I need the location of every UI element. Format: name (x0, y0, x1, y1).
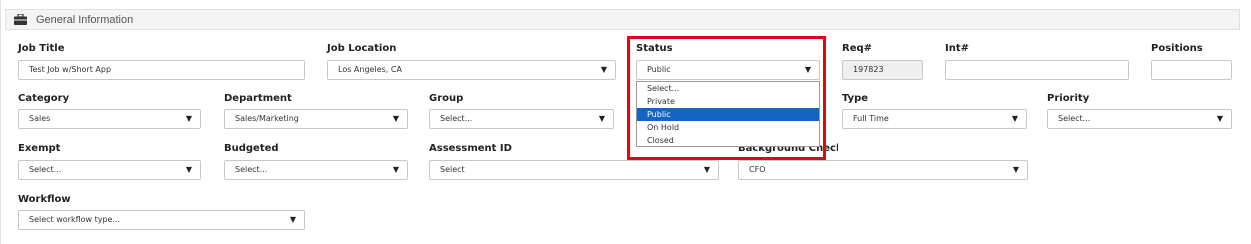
chevron-down-icon: ▼ (392, 165, 399, 174)
chevron-down-icon: ▼ (185, 165, 192, 174)
section-header: General Information (5, 9, 1240, 30)
job-title-input[interactable]: Test Job w/Short App (18, 60, 305, 80)
group-label: Group (429, 93, 464, 104)
highlight-box (627, 36, 826, 160)
category-value: Sales (29, 114, 51, 123)
assessment-id-select[interactable]: Select ▼ (429, 160, 719, 180)
budgeted-select[interactable]: Select... ▼ (224, 160, 408, 180)
chevron-down-icon: ▼ (289, 215, 296, 224)
chevron-down-icon: ▼ (600, 65, 607, 74)
job-location-label: Job Location (327, 43, 397, 54)
left-border (0, 0, 1, 244)
chevron-down-icon: ▼ (1011, 114, 1018, 123)
chevron-down-icon: ▼ (1012, 165, 1019, 174)
req-input: 197823 (842, 60, 923, 80)
group-select[interactable]: Select... ▼ (429, 109, 614, 129)
category-label: Category (18, 93, 70, 104)
priority-label: Priority (1047, 93, 1090, 104)
job-title-value: Test Job w/Short App (29, 65, 112, 74)
briefcase-icon (14, 14, 27, 25)
chevron-down-icon: ▼ (392, 114, 399, 123)
budgeted-label: Budgeted (224, 143, 279, 154)
category-select[interactable]: Sales ▼ (18, 109, 201, 129)
assessment-id-value: Select (440, 165, 465, 174)
department-select[interactable]: Sales/Marketing ▼ (224, 109, 408, 129)
budgeted-value: Select... (235, 165, 268, 174)
chevron-down-icon: ▼ (703, 165, 710, 174)
background-check-select[interactable]: CFO ▼ (738, 160, 1028, 180)
group-value: Select... (440, 114, 473, 123)
priority-select[interactable]: Select... ▼ (1047, 109, 1232, 129)
assessment-id-label: Assessment ID (429, 143, 512, 154)
chevron-down-icon: ▼ (185, 114, 192, 123)
background-check-value: CFO (749, 165, 766, 174)
job-location-value: Los Angeles, CA (338, 65, 402, 74)
job-location-select[interactable]: Los Angeles, CA ▼ (327, 60, 616, 80)
chevron-down-icon: ▼ (598, 114, 605, 123)
department-label: Department (224, 93, 292, 104)
positions-label: Positions (1151, 43, 1203, 54)
job-title-label: Job Title (18, 43, 65, 54)
chevron-down-icon: ▼ (1216, 114, 1223, 123)
type-value: Full Time (853, 114, 889, 123)
int-label: Int# (945, 43, 969, 54)
positions-input[interactable] (1151, 60, 1232, 80)
department-value: Sales/Marketing (235, 114, 299, 123)
section-title: General Information (36, 14, 134, 26)
req-value: 197823 (853, 65, 884, 74)
req-label: Req# (842, 43, 873, 54)
priority-value: Select... (1058, 114, 1091, 123)
type-select[interactable]: Full Time ▼ (842, 109, 1027, 129)
workflow-value: Select workflow type... (29, 215, 121, 224)
workflow-label: Workflow (18, 194, 71, 205)
type-label: Type (842, 93, 869, 104)
exempt-select[interactable]: Select... ▼ (18, 160, 201, 180)
exempt-value: Select... (29, 165, 62, 174)
exempt-label: Exempt (18, 143, 61, 154)
workflow-select[interactable]: Select workflow type... ▼ (18, 210, 305, 230)
int-input[interactable] (945, 60, 1129, 80)
